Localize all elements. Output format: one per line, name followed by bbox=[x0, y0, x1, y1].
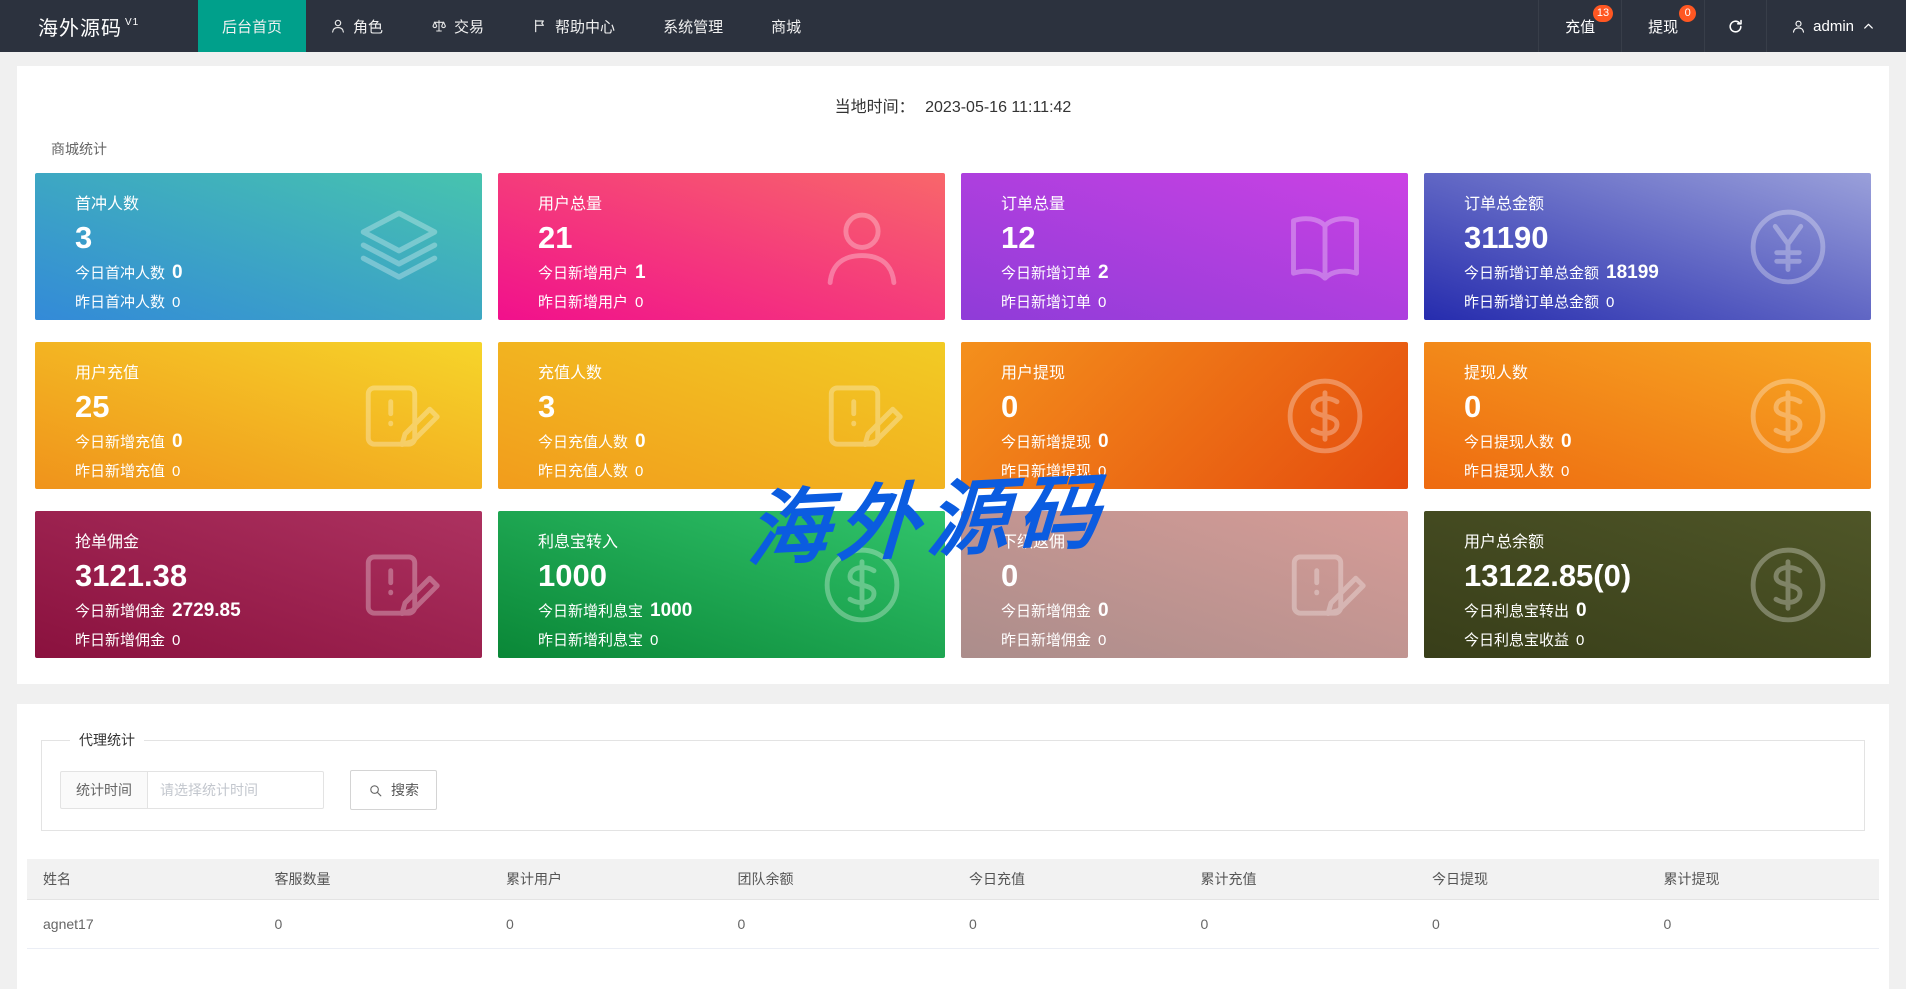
card-yesterday-line: 昨日新增佣金 0 bbox=[1001, 632, 1107, 650]
column-header: 累计用户 bbox=[490, 859, 722, 900]
column-header: 团队余额 bbox=[721, 859, 953, 900]
stat-card: 充值人数 3 今日充值人数 0 昨日充值人数 0 bbox=[498, 342, 945, 489]
card-yesterday-line: 昨日新增利息宝 0 bbox=[538, 632, 659, 650]
stats-panel: 当地时间： 2023-05-16 11:11:42 商城统计 首冲人数 3 今日… bbox=[17, 66, 1889, 684]
refresh-icon bbox=[1727, 18, 1744, 35]
menu-item-5[interactable]: 商城 bbox=[747, 0, 825, 52]
table-cell: 0 bbox=[258, 899, 490, 949]
dollar-icon bbox=[1743, 540, 1833, 630]
edit-icon bbox=[817, 371, 907, 461]
filter-row: 统计时间 搜索 bbox=[60, 770, 1846, 810]
app-logo-text: 海外源码 bbox=[38, 17, 122, 40]
stat-card: 利息宝转入 1000 今日新增利息宝 1000 昨日新增利息宝 0 bbox=[498, 511, 945, 658]
dollar-icon bbox=[1743, 371, 1833, 461]
menu-item-1[interactable]: 角色 bbox=[306, 0, 407, 52]
card-yesterday-line: 昨日新增订单 0 bbox=[1001, 294, 1107, 312]
local-time-value: 2023-05-16 11:11:42 bbox=[925, 99, 1072, 116]
app-logo: 海外源码 V1 bbox=[0, 0, 198, 52]
card-yesterday-line: 昨日新增订单总金额 0 bbox=[1464, 294, 1615, 312]
table-row: agnet17 0 0 0 0 0 0 0 bbox=[27, 899, 1879, 949]
notification-badge: 0 bbox=[1679, 5, 1697, 22]
column-header: 累计充值 bbox=[1184, 859, 1416, 900]
quick-action-1[interactable]: 提现 0 bbox=[1621, 0, 1704, 52]
card-yesterday-line: 昨日首冲人数 0 bbox=[75, 294, 181, 312]
card-yesterday-line: 昨日充值人数 0 bbox=[538, 463, 644, 481]
section-title-mall-stats: 商城统计 bbox=[51, 141, 107, 157]
agent-table-header-row: 姓名 客服数量 累计用户 团队余额 今日充值 累计充值 今日提现 累计提现 bbox=[27, 859, 1879, 900]
stat-card: 抢单佣金 3121.38 今日新增佣金 2729.85 昨日新增佣金 0 bbox=[35, 511, 482, 658]
quick-actions: 充值 13 提现 0 bbox=[1538, 0, 1704, 52]
agent-stats-legend: 代理统计 bbox=[79, 732, 135, 748]
table-cell: 0 bbox=[1416, 899, 1648, 949]
quick-action-0[interactable]: 充值 13 bbox=[1538, 0, 1621, 52]
stat-card: 首冲人数 3 今日首冲人数 0 昨日首冲人数 0 bbox=[35, 173, 482, 320]
dollar-icon bbox=[1280, 371, 1370, 461]
user-menu[interactable]: admin bbox=[1766, 0, 1906, 52]
stat-card: 订单总金额 31190 今日新增订单总金额 18199 昨日新增订单总金额 0 bbox=[1424, 173, 1871, 320]
dollar-icon bbox=[817, 540, 907, 630]
table-cell: 0 bbox=[1647, 899, 1879, 949]
table-cell: 0 bbox=[721, 899, 953, 949]
menu-item-2[interactable]: 交易 bbox=[407, 0, 508, 52]
edit-icon bbox=[1280, 540, 1370, 630]
stat-card: 用户提现 0 今日新增提现 0 昨日新增提现 0 bbox=[961, 342, 1408, 489]
column-header: 客服数量 bbox=[258, 859, 490, 900]
refresh-button[interactable] bbox=[1704, 0, 1766, 52]
time-filter-input[interactable] bbox=[148, 771, 324, 809]
column-header: 今日提现 bbox=[1416, 859, 1648, 900]
column-header: 今日充值 bbox=[953, 859, 1185, 900]
yen-icon bbox=[1743, 202, 1833, 292]
agent-table: 姓名 客服数量 累计用户 团队余额 今日充值 累计充值 今日提现 累计提现 agnet17 0 0… bbox=[27, 859, 1879, 949]
card-yesterday-line: 昨日新增充值 0 bbox=[75, 463, 181, 481]
time-filter-label: 统计时间 bbox=[60, 771, 148, 809]
stat-card: 用户充值 25 今日新增充值 0 昨日新增充值 0 bbox=[35, 342, 482, 489]
stat-card: 用户总余额 13122.85(0) 今日利息宝转出 0 今日利息宝收益 0 bbox=[1424, 511, 1871, 658]
stat-cards-grid: 首冲人数 3 今日首冲人数 0 昨日首冲人数 0 用户总量 21 今日新增用户 1 昨… bbox=[17, 173, 1889, 658]
scales-icon bbox=[431, 18, 447, 34]
table-cell: 0 bbox=[490, 899, 722, 949]
user-icon bbox=[817, 202, 907, 292]
book-icon bbox=[1280, 202, 1370, 292]
table-cell: 0 bbox=[953, 899, 1185, 949]
agent-table-body: agnet17 0 0 0 0 0 0 0 bbox=[27, 899, 1879, 949]
card-yesterday-line: 昨日提现人数 0 bbox=[1464, 463, 1570, 481]
search-button[interactable]: 搜索 bbox=[350, 770, 437, 810]
table-cell: agnet17 bbox=[27, 899, 259, 949]
table-cell: 0 bbox=[1184, 899, 1416, 949]
navbar-right: 充值 13 提现 0 admin bbox=[1538, 0, 1906, 52]
notification-badge: 13 bbox=[1592, 5, 1614, 22]
search-icon bbox=[368, 783, 383, 798]
person-icon bbox=[330, 18, 346, 34]
column-header: 累计提现 bbox=[1647, 859, 1879, 900]
layers-icon bbox=[354, 202, 444, 292]
navbar: 海外源码 V1 后台首页 角色 交易 帮助中心 系统管理 商城 充值 13 提现… bbox=[0, 0, 1906, 52]
agent-stats-panel: 代理统计 统计时间 搜索 姓名客服数量累计用户团队余额今日充值累计充值今日提现累… bbox=[17, 704, 1889, 989]
user-icon bbox=[1791, 19, 1806, 34]
flag-icon bbox=[532, 18, 548, 34]
stat-card: 订单总量 12 今日新增订单 2 昨日新增订单 0 bbox=[961, 173, 1408, 320]
stat-card: 用户总量 21 今日新增用户 1 昨日新增用户 0 bbox=[498, 173, 945, 320]
menu-item-4[interactable]: 系统管理 bbox=[639, 0, 747, 52]
main-menu: 后台首页 角色 交易 帮助中心 系统管理 商城 bbox=[198, 0, 825, 52]
stat-card: 提现人数 0 今日提现人数 0 昨日提现人数 0 bbox=[1424, 342, 1871, 489]
stat-card: 下级返佣 0 今日新增佣金 0 昨日新增佣金 0 bbox=[961, 511, 1408, 658]
menu-item-3[interactable]: 帮助中心 bbox=[508, 0, 639, 52]
app-logo-version: V1 bbox=[125, 16, 140, 28]
column-header: 姓名 bbox=[27, 859, 259, 900]
card-yesterday-line: 今日利息宝收益 0 bbox=[1464, 632, 1585, 650]
card-yesterday-line: 昨日新增佣金 0 bbox=[75, 632, 181, 650]
card-yesterday-line: 昨日新增提现 0 bbox=[1001, 463, 1107, 481]
edit-icon bbox=[354, 540, 444, 630]
card-yesterday-line: 昨日新增用户 0 bbox=[538, 294, 644, 312]
agent-stats-fieldset: 代理统计 统计时间 搜索 bbox=[41, 730, 1865, 831]
local-time-label: 当地时间： bbox=[834, 99, 915, 116]
chevron-up-icon bbox=[1861, 19, 1876, 34]
user-name: admin bbox=[1813, 17, 1854, 35]
search-button-label: 搜索 bbox=[391, 782, 419, 798]
menu-item-0[interactable]: 后台首页 bbox=[198, 0, 307, 52]
local-time: 当地时间： 2023-05-16 11:11:42 bbox=[17, 66, 1889, 117]
edit-icon bbox=[354, 371, 444, 461]
